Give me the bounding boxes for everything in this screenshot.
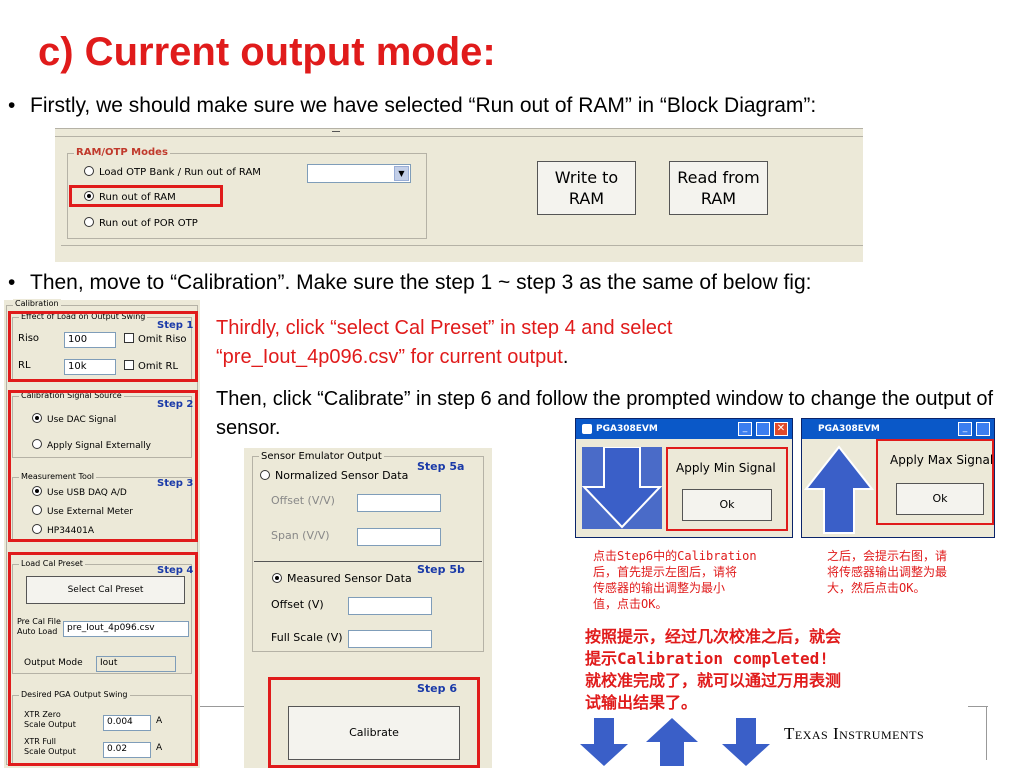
min-ok-button[interactable]: Ok bbox=[682, 489, 772, 521]
otp-bank-dropdown[interactable]: ▼ bbox=[307, 164, 411, 183]
chinese-note-left-line: 点击Step6中的Calibration bbox=[593, 549, 757, 563]
option-load-otp-label: Load OTP Bank / Run out of RAM bbox=[99, 167, 261, 178]
bullet-first: • Firstly, we should make sure we have se… bbox=[8, 94, 816, 118]
note-third: Thirdly, click “select Cal Preset” in st… bbox=[216, 314, 816, 372]
min-dialog-title: PGA308EVM bbox=[596, 424, 658, 434]
max-ok-button[interactable]: Ok bbox=[896, 483, 984, 515]
minimize-icon[interactable]: _ bbox=[958, 422, 972, 436]
note-third-period: . bbox=[562, 346, 569, 368]
highlight-run-out-ram bbox=[69, 185, 223, 207]
chinese-note-right-line: 将传感器输出调整为最 bbox=[827, 565, 948, 579]
max-signal-text: Apply Max Signal bbox=[890, 453, 994, 467]
dialogs-area: PGA308EVM _ ✕ Apply Min Signal Ok PGA308… bbox=[575, 418, 995, 624]
option-run-out-por[interactable]: Run out of POR OTP bbox=[84, 217, 198, 229]
min-signal-dialog: PGA308EVM _ ✕ Apply Min Signal Ok bbox=[575, 418, 793, 538]
option-load-otp[interactable]: Load OTP Bank / Run out of RAM bbox=[84, 166, 261, 178]
arrow-up-icon bbox=[803, 445, 875, 534]
chinese-note-right-line: 大，然后点击OK。 bbox=[827, 581, 926, 595]
offset-v-field[interactable] bbox=[348, 597, 432, 615]
arrow-down-icon bbox=[722, 718, 770, 766]
bullet-second-text: Then, move to “Calibration”. Make sure t… bbox=[30, 271, 812, 294]
radio-icon[interactable] bbox=[84, 166, 94, 176]
radio-selected-icon[interactable] bbox=[272, 573, 282, 583]
offset-vv-label: Offset (V/V) bbox=[271, 494, 335, 507]
full-scale-v-label: Full Scale (V) bbox=[271, 631, 343, 644]
panel-top-strip bbox=[55, 129, 863, 137]
calibration-group-title: Calibration bbox=[13, 299, 61, 308]
maximize-icon[interactable] bbox=[756, 422, 770, 436]
page-title: c) Current output mode: bbox=[38, 30, 496, 74]
normalized-radio[interactable]: Normalized Sensor Data bbox=[260, 469, 408, 482]
note-third-text: Thirdly, click “select Cal Preset” in st… bbox=[216, 317, 673, 368]
panel-bottom-line bbox=[61, 245, 863, 246]
divider bbox=[254, 561, 482, 562]
highlight-step1 bbox=[8, 311, 198, 382]
bullet-dot: • bbox=[8, 271, 16, 294]
ram-otp-group-title: RAM/OTP Modes bbox=[74, 147, 170, 158]
measured-radio[interactable]: Measured Sensor Data bbox=[272, 572, 412, 585]
offset-v-label: Offset (V) bbox=[271, 598, 324, 611]
chinese-note-bottom-line: 试输出结果了。 bbox=[585, 693, 698, 712]
emulator-group: Sensor Emulator Output bbox=[252, 451, 484, 652]
write-to-ram-button[interactable]: Write to RAM bbox=[537, 161, 636, 215]
chinese-note-bottom: 按照提示，经过几次校准之后，就会 提示Calibration completed… bbox=[585, 626, 842, 714]
app-icon bbox=[582, 424, 592, 434]
full-scale-v-field[interactable] bbox=[348, 630, 432, 648]
footer-line bbox=[200, 706, 244, 707]
min-dialog-body: Apply Min Signal Ok bbox=[666, 447, 788, 531]
chinese-note-right-line: 之后，会提示右图，请 bbox=[827, 549, 948, 563]
min-signal-text: Apply Min Signal bbox=[676, 461, 776, 475]
option-run-out-por-label: Run out of POR OTP bbox=[99, 218, 198, 229]
chinese-note-bottom-line: 按照提示，经过几次校准之后，就会 bbox=[585, 627, 842, 646]
emulator-group-title: Sensor Emulator Output bbox=[259, 451, 384, 462]
arrow-down-icon bbox=[580, 718, 628, 766]
chinese-note-left: 点击Step6中的Calibration 后，首先提示左图后，请将 传感器的输出… bbox=[593, 548, 757, 612]
chinese-note-right: 之后，会提示右图，请 将传感器输出调整为最 大，然后点击OK。 bbox=[827, 548, 947, 596]
step5b-label: Step 5b bbox=[417, 563, 465, 576]
chinese-note-left-line: 后，首先提示左图后，请将 bbox=[593, 565, 738, 579]
measured-label: Measured Sensor Data bbox=[287, 572, 412, 585]
max-dialog-body: Apply Max Signal Ok bbox=[876, 439, 994, 525]
chevron-down-icon[interactable]: ▼ bbox=[394, 166, 409, 181]
calibration-panel: Calibration Effect of Load on Output Swi… bbox=[4, 299, 200, 768]
read-from-ram-button[interactable]: Read from RAM bbox=[669, 161, 768, 215]
chinese-note-bottom-line: 提示Calibration completed! bbox=[585, 649, 829, 668]
max-signal-dialog: PGA308EVM _ Apply Max Signal Ok bbox=[801, 418, 995, 538]
radio-icon[interactable] bbox=[260, 470, 270, 480]
close-icon[interactable]: ✕ bbox=[774, 422, 788, 436]
span-vv-field[interactable] bbox=[357, 528, 441, 546]
highlight-step6 bbox=[268, 677, 480, 768]
divider bbox=[332, 131, 340, 132]
bullet-dot: • bbox=[8, 94, 16, 117]
span-vv-label: Span (V/V) bbox=[271, 529, 330, 542]
radio-icon[interactable] bbox=[84, 217, 94, 227]
sensor-emulator-panel: Sensor Emulator Output Normalized Sensor… bbox=[244, 448, 492, 768]
offset-vv-field[interactable] bbox=[357, 494, 441, 512]
footer-line bbox=[986, 706, 987, 760]
arrow-down-icon bbox=[581, 446, 663, 529]
minimize-icon[interactable]: _ bbox=[738, 422, 752, 436]
max-dialog-bg-arrow bbox=[803, 441, 875, 537]
arrow-up-icon bbox=[646, 718, 698, 766]
chinese-note-left-line: 值，点击OK。 bbox=[593, 597, 668, 611]
step5a-label: Step 5a bbox=[417, 460, 465, 473]
highlight-step4 bbox=[8, 552, 198, 766]
min-dialog-bg-arrow bbox=[581, 446, 663, 529]
bullet-first-text: Firstly, we should make sure we have sel… bbox=[30, 94, 817, 117]
footer-line bbox=[968, 706, 988, 707]
chinese-note-left-line: 传感器的输出调整为最小 bbox=[593, 581, 726, 595]
max-dialog-title: PGA308EVM bbox=[818, 424, 880, 434]
highlight-step2-3 bbox=[8, 390, 198, 542]
bullet-second: • Then, move to “Calibration”. Make sure … bbox=[8, 271, 811, 295]
normalized-label: Normalized Sensor Data bbox=[275, 469, 409, 482]
ti-logo: Texas Instruments bbox=[784, 724, 925, 743]
ram-otp-screenshot: RAM/OTP Modes Load OTP Bank / Run out of… bbox=[55, 128, 863, 262]
maximize-icon[interactable] bbox=[976, 422, 990, 436]
chinese-note-bottom-line: 就校准完成了，就可以通过万用表测 bbox=[585, 671, 842, 690]
